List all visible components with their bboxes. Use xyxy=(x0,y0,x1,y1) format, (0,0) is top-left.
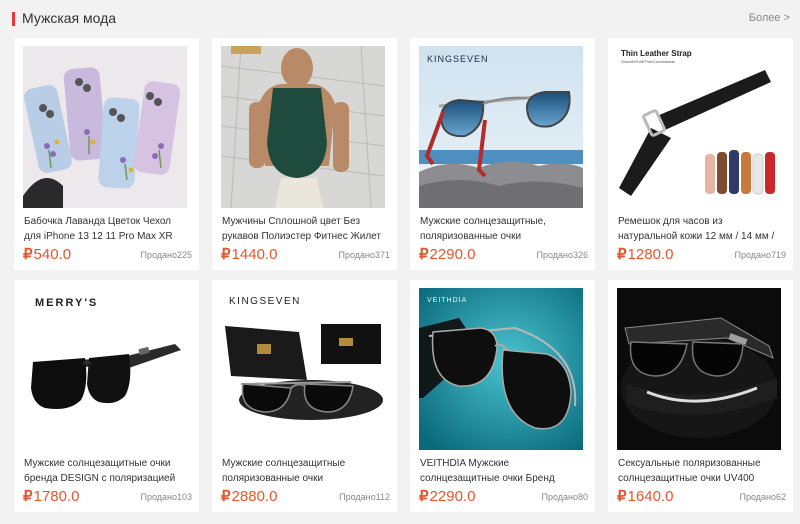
product-card[interactable]: Thin Leather Strap Smooth/Soft/Thin/Comf… xyxy=(608,38,793,270)
product-image[interactable]: VEITHDIA xyxy=(419,288,583,450)
product-price: ₽1280.0 xyxy=(617,246,674,263)
section-accent-bar xyxy=(12,12,15,26)
product-price: ₽2290.0 xyxy=(419,488,476,505)
product-title[interactable]: VEITHDIA Мужские солнцезащитные очки Бре… xyxy=(420,456,584,486)
brand-logo: MERRY'S xyxy=(35,297,98,309)
kingseven-set-image: KINGSEVEN xyxy=(221,288,385,450)
wrap-sunglasses-image xyxy=(617,288,781,450)
product-image[interactable]: KINGSEVEN xyxy=(221,288,385,450)
sold-count: Продано80 xyxy=(541,492,588,502)
kingseven-sunglasses-image: KINGSEVEN xyxy=(419,46,583,208)
strap-banner-sub: Smooth/Soft/Thin/Comfortable xyxy=(621,59,676,64)
product-card[interactable]: VEITHDIA VEITHDIA Мужские солнцезащитные… xyxy=(410,280,595,512)
sold-count: Продано225 xyxy=(140,250,192,260)
merrys-sunglasses-image: MERRY'S xyxy=(23,288,187,450)
product-title[interactable]: Сексуальные поляризованные солнцезащитны… xyxy=(618,456,782,486)
product-title[interactable]: Мужчины Сплошной цвет Без рукавов Полиэс… xyxy=(222,214,386,244)
product-price: ₽2880.0 xyxy=(221,488,278,505)
sold-count: Продано112 xyxy=(339,492,390,502)
product-title[interactable]: Мужские солнцезащитные, поляризованные о… xyxy=(420,214,584,244)
sold-count: Продано103 xyxy=(140,492,192,502)
product-card[interactable]: KINGSEVEN Мужские солнцезащитные поляриз… xyxy=(212,280,397,512)
section-title: Мужская мода xyxy=(22,10,117,26)
product-price: ₽1640.0 xyxy=(617,488,674,505)
product-price: ₽2290.0 xyxy=(419,246,476,263)
phone-cases-image xyxy=(23,46,187,208)
section-header: Мужская мода Более > xyxy=(0,0,800,36)
tank-top-image xyxy=(221,46,385,208)
product-image[interactable]: MERRY'S xyxy=(23,288,187,450)
product-title[interactable]: Бабочка Лаванда Цветок Чехол для iPhone … xyxy=(24,214,188,244)
product-price: ₽1440.0 xyxy=(221,246,278,263)
product-image[interactable]: Thin Leather Strap Smooth/Soft/Thin/Comf… xyxy=(617,46,781,208)
strap-banner: Thin Leather Strap xyxy=(621,49,692,58)
watch-strap-image: Thin Leather Strap Smooth/Soft/Thin/Comf… xyxy=(617,46,781,208)
product-image[interactable] xyxy=(23,46,187,208)
product-card[interactable]: MERRY'S Мужские солнцезащитные очки брен… xyxy=(14,280,199,512)
product-image[interactable]: KINGSEVEN xyxy=(419,46,583,208)
product-card[interactable]: Сексуальные поляризованные солнцезащитны… xyxy=(608,280,793,512)
product-grid: Бабочка Лаванда Цветок Чехол для iPhone … xyxy=(14,38,794,518)
more-link[interactable]: Более > xyxy=(749,12,790,24)
product-image[interactable] xyxy=(221,46,385,208)
product-image[interactable] xyxy=(617,288,781,450)
product-card[interactable]: KINGSEVEN Мужские солнцезащитные, поляри… xyxy=(410,38,595,270)
sold-count: Продано326 xyxy=(536,250,588,260)
sold-count: Продано62 xyxy=(739,492,786,502)
brand-logo: KINGSEVEN xyxy=(229,296,301,307)
product-price: ₽1780.0 xyxy=(23,488,80,505)
aviator-sunglasses-image: VEITHDIA xyxy=(419,288,583,450)
sold-count: Продано371 xyxy=(338,250,390,260)
brand-logo: VEITHDIA xyxy=(427,297,467,304)
product-price: ₽540.0 xyxy=(23,246,72,263)
product-title[interactable]: Мужские солнцезащитные поляризованные оч… xyxy=(222,456,386,486)
sold-count: Продано719 xyxy=(734,250,786,260)
product-card[interactable]: Бабочка Лаванда Цветок Чехол для iPhone … xyxy=(14,38,199,270)
product-title[interactable]: Ремешок для часов из натуральной кожи 12… xyxy=(618,214,782,244)
product-title[interactable]: Мужские солнцезащитные очки бренда DESIG… xyxy=(24,456,188,486)
brand-logo: KINGSEVEN xyxy=(427,54,489,64)
product-card[interactable]: Мужчины Сплошной цвет Без рукавов Полиэс… xyxy=(212,38,397,270)
